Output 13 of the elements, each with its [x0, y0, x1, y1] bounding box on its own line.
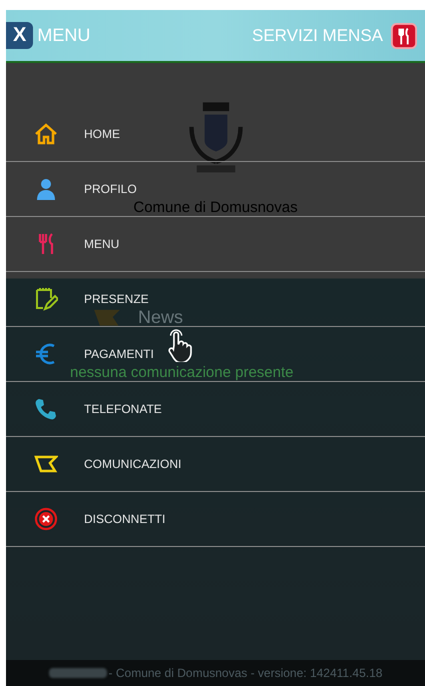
empty-news-message: nessuna comunicazione presente — [70, 364, 294, 381]
menu-item[interactable]: DISCONNETTI — [6, 507, 166, 531]
close-button[interactable]: X — [6, 22, 34, 49]
municipality-name: Comune di Domusnovas — [133, 199, 298, 216]
menu-item[interactable]: PROFILO — [6, 177, 137, 201]
menu-item[interactable]: COMUNICAZIONI — [6, 452, 182, 476]
menu-item[interactable]: MENU — [6, 232, 120, 256]
menu-item[interactable]: HOME — [6, 122, 120, 146]
menu-title: MENU — [37, 25, 90, 46]
footer-text: - Comune di Domusnovas - versione: 142411.45.18 — [108, 666, 382, 680]
menu-item[interactable]: PAGAMENTI — [6, 342, 154, 366]
app-title: SERVIZI MENSA — [252, 26, 383, 46]
menu-item[interactable]: TELEFONATE — [6, 397, 162, 421]
